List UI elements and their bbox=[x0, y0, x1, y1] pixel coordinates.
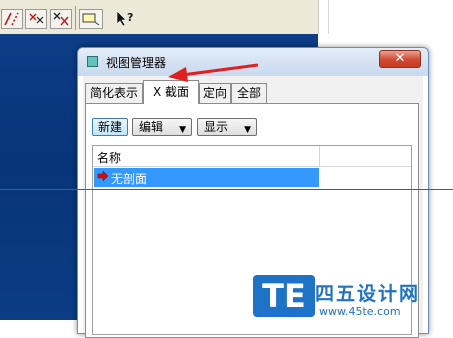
watermark-logo: TE bbox=[253, 275, 315, 317]
tab-simplified-rep[interactable]: 简化表示 bbox=[85, 83, 143, 103]
svg-text:?: ? bbox=[127, 11, 133, 24]
display-button-label: 显示 bbox=[204, 120, 229, 134]
pattern-xx-icon[interactable] bbox=[50, 9, 72, 29]
column-divider[interactable] bbox=[319, 146, 320, 166]
annotation-arrow bbox=[160, 55, 260, 88]
toolbar: ? bbox=[0, 0, 318, 35]
active-arrow-icon bbox=[97, 170, 109, 185]
list-item[interactable]: 无剖面 bbox=[94, 168, 319, 187]
watermark-title: 四五设计网 bbox=[315, 283, 421, 305]
close-button[interactable]: ✕ bbox=[379, 50, 421, 68]
help-cursor-icon[interactable]: ? bbox=[115, 10, 137, 31]
new-button[interactable]: 新建 bbox=[92, 118, 128, 136]
list-header: 名称 bbox=[93, 146, 411, 167]
dialog-title: 视图管理器 bbox=[106, 56, 167, 70]
toolbar-separator bbox=[75, 6, 76, 30]
annotation-line bbox=[0, 189, 453, 190]
right-panel bbox=[318, 0, 453, 34]
panel-divider bbox=[328, 0, 329, 34]
column-header-name[interactable]: 名称 bbox=[97, 149, 121, 166]
chevron-down-icon: ▼ bbox=[244, 125, 251, 135]
edit-button[interactable]: 编辑 ▼ bbox=[132, 118, 192, 136]
list-item-label: 无剖面 bbox=[111, 172, 148, 186]
pattern-x-icon[interactable] bbox=[25, 9, 47, 29]
dialog-app-icon bbox=[87, 56, 98, 67]
edit-button-label: 编辑 bbox=[139, 120, 164, 134]
display-button[interactable]: 显示 ▼ bbox=[197, 118, 257, 136]
pattern-slash-icon[interactable] bbox=[1, 9, 23, 29]
note-icon[interactable] bbox=[79, 9, 103, 29]
watermark-url: www.45te.com bbox=[319, 305, 401, 318]
chevron-down-icon: ▼ bbox=[179, 125, 186, 135]
